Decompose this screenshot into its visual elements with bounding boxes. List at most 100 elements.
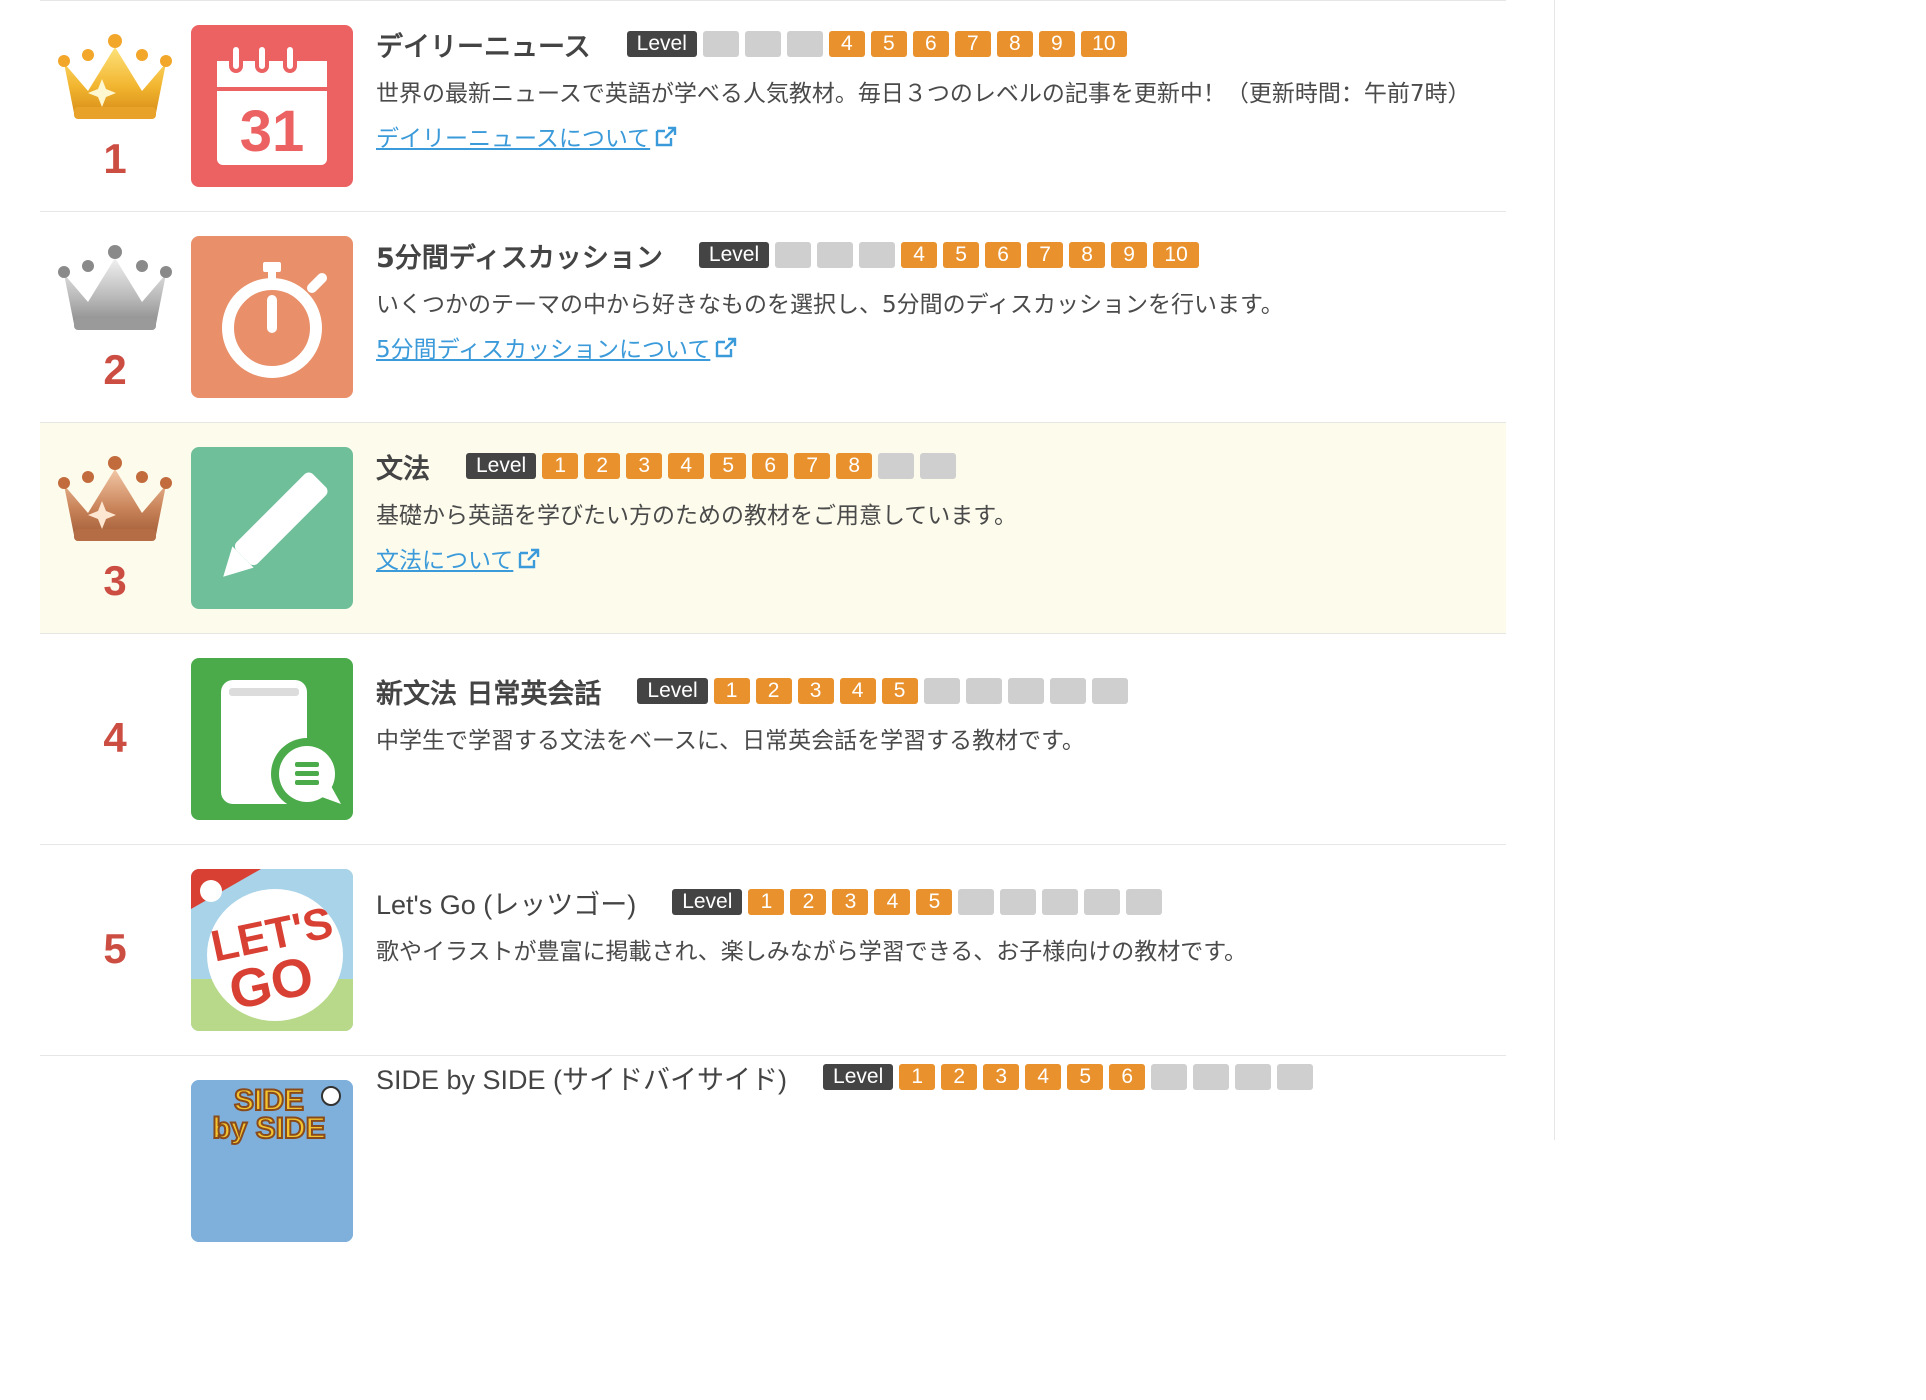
level-box-3: 3 [832,889,869,915]
item-content: デイリーニュース Level 4 5 6 7 8 9 10 世界の最新ニュースで… [376,25,1486,153]
calendar-date: 31 [240,99,305,164]
item-title: SIDE by SIDE (サイドバイサイド) [376,1064,788,1095]
title-line: 新文法 日常英会話 Level 1 2 3 4 5 [376,672,1486,710]
level-box-7 [965,678,1002,704]
about-link-text: 5分間ディスカッションについて [376,337,711,363]
level-box-3: 3 [797,678,834,704]
rank-column: 4 [40,634,190,844]
level-box-2: 2 [584,453,621,479]
bronze-crown-icon [58,456,172,541]
ranking-row-3: 3 文法 Level 1 2 3 4 5 6 7 8 基礎から英語を学びたい方の… [40,423,1506,634]
level-box-4: 4 [874,889,911,915]
item-description: いくつかのテーマの中から好きなものを選択し、5分間のディスカッションを行います。 [376,292,1284,318]
level-box-8: 8 [836,453,873,479]
level-box-10 [1126,889,1163,915]
level-box-7: 7 [1027,242,1064,268]
level-label: Level [698,242,770,268]
level-box-4: 4 [839,678,876,704]
about-link[interactable]: デイリーニュースについて [376,119,678,153]
level-box-9 [878,453,915,479]
lets-go-cover[interactable]: LET'S GO [191,869,353,1031]
ranking-row-4: 4 新文法 日常英会話 Level 1 2 3 4 5 中学生で学習する文法をベ… [40,634,1506,845]
level-box-10 [920,453,957,479]
rank-number: 1 [103,135,127,182]
about-link-text: 文法について [376,548,514,574]
level-box-9 [1084,889,1121,915]
gold-crown-icon [58,34,172,119]
item-content: SIDE by SIDE (サイドバイサイド) Level 1 2 3 4 5 … [376,1058,1486,1096]
silver-crown-icon [58,245,172,330]
level-box-8: 8 [1069,242,1106,268]
title-line: デイリーニュース Level 4 5 6 7 8 9 10 [376,25,1486,63]
level-box-6: 6 [1109,1064,1146,1090]
external-link-icon [655,126,677,147]
level-label: Level [626,31,697,57]
rank-number: 4 [103,714,127,761]
rank-column: 5 [40,845,190,1055]
svg-text:by SIDE: by SIDE [212,1112,325,1145]
level-box-9 [1049,678,1086,704]
level-box-10 [1091,678,1128,704]
level-box-4: 4 [828,31,865,57]
level-box-5: 5 [710,453,747,479]
item-content: Let's Go (レッツゴー) Level 1 2 3 4 5 歌やイラストが… [376,883,1486,969]
level-box-3: 3 [983,1064,1020,1090]
scrollbar-track[interactable] [1554,0,1569,1140]
level-box-4: 4 [901,242,938,268]
level-box-5: 5 [881,678,918,704]
rank-column: 3 [40,423,190,633]
level-box-4: 4 [1025,1064,1062,1090]
calendar-icon[interactable]: 31 [191,25,353,187]
item-content: 文法 Level 1 2 3 4 5 6 7 8 基礎から英語を学びたい方のため… [376,447,1486,575]
level-box-5: 5 [1067,1064,1104,1090]
external-link-icon [716,337,737,358]
level-box-2: 2 [790,889,827,915]
level-box-10: 10 [1153,242,1200,268]
ranking-row-2: 2 5分間ディスカッション Level 4 5 6 7 8 9 10 いくつかの… [40,212,1506,423]
level-box-3 [859,242,896,268]
item-title: 文法 [376,453,430,485]
about-link-text: デイリーニュースについて [376,126,651,152]
item-content: 新文法 日常英会話 Level 1 2 3 4 5 中学生で学習する文法をベース… [376,672,1486,758]
material-ranking-list: 1 31 デイリーニュース Level 4 5 6 7 8 9 10 世界の最新… [40,1,1506,1266]
ranking-row-5: 5 LET'S GO Let's Go (レッツゴー) Level 1 2 3 … [40,845,1506,1056]
level-box-8 [1007,678,1044,704]
level-box-8 [1042,889,1079,915]
level-box-6 [923,678,960,704]
level-box-7: 7 [954,31,991,57]
level-box-8: 8 [996,31,1033,57]
title-line: 文法 Level 1 2 3 4 5 6 7 8 [376,447,1486,485]
rank-number: 5 [103,925,127,972]
stopwatch-icon[interactable] [191,236,353,398]
level-label: Level [823,1064,894,1090]
level-box-3 [786,31,823,57]
about-link[interactable]: 5分間ディスカッションについて [376,330,738,364]
item-description: 歌やイラストが豊富に掲載され、楽しみながら学習できる、お子様向けの教材です。 [376,939,1248,965]
rank-column: 1 [40,1,190,211]
item-title: 5分間ディスカッション [376,242,663,274]
ranking-row-6: SIDE by SIDE SIDE by SIDE (サイドバイサイド) Lev… [40,1056,1506,1266]
level-box-9: 9 [1038,31,1075,57]
title-line: 5分間ディスカッション Level 4 5 6 7 8 9 10 [376,236,1486,274]
about-link[interactable]: 文法について [376,541,541,575]
book-chat-icon[interactable] [191,658,353,820]
side-by-side-cover[interactable]: SIDE by SIDE [191,1080,353,1242]
level-box-6: 6 [752,453,789,479]
level-box-1 [775,242,812,268]
level-box-1 [702,31,739,57]
level-box-6: 6 [912,31,949,57]
rank-column: 2 [40,212,190,422]
pencil-icon[interactable] [191,447,353,609]
level-box-10 [1277,1064,1314,1090]
title-line: SIDE by SIDE (サイドバイサイド) Level 1 2 3 4 5 … [376,1058,1486,1096]
level-box-8 [1193,1064,1230,1090]
level-box-2 [744,31,781,57]
level-box-9 [1235,1064,1272,1090]
level-box-3: 3 [626,453,663,479]
level-box-1: 1 [542,453,579,479]
level-label: Level [466,453,537,479]
level-box-1: 1 [748,889,785,915]
item-description: 中学生で学習する文法をベースに、日常英会話を学習する教材です。 [376,728,1085,754]
title-line: Let's Go (レッツゴー) Level 1 2 3 4 5 [376,883,1486,921]
level-box-2: 2 [941,1064,978,1090]
